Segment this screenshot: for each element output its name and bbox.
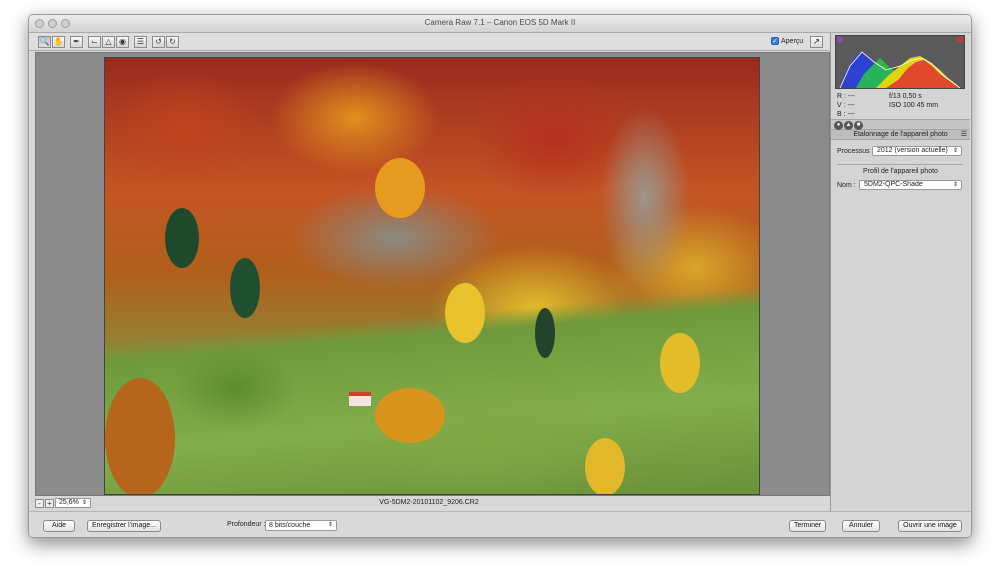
help-button[interactable]: Aide: [43, 520, 75, 532]
iso-focal: ISO 100 45 mm: [889, 102, 939, 109]
divider: [837, 164, 963, 165]
v-value: V : ---: [837, 102, 855, 109]
exposure-info: f/13 0,50 s ISO 100 45 mm: [889, 92, 938, 110]
cancel-button[interactable]: Annuler: [842, 520, 880, 532]
rotate-left-icon[interactable]: ↺: [152, 36, 165, 48]
preview-label: Aperçu: [781, 37, 804, 45]
rgb-values: R : --- V : --- B : ---: [837, 92, 855, 119]
autumn-tree: [105, 378, 175, 494]
process-value: 2012 (version actuelle): [877, 147, 948, 154]
preview-toggle[interactable]: ✓ Aperçu: [771, 37, 803, 45]
title-bar: Camera Raw 7.1 – Canon EOS 5D Mark II: [29, 15, 971, 33]
shadow-clip-icon[interactable]: [837, 37, 843, 42]
eyedropper-icon[interactable]: ✒: [70, 36, 83, 48]
file-name: VG-5DM2-20101102_9206.CR2: [379, 499, 479, 506]
right-panel: R : --- V : --- B : --- f/13 0,50 s ISO …: [830, 33, 970, 511]
basic-tab-icon[interactable]: ●: [834, 121, 843, 130]
aperture-speed: f/13 0,50 s: [889, 93, 922, 100]
autumn-tree: [375, 158, 425, 218]
redeye-icon[interactable]: ◉: [116, 36, 129, 48]
tone-curve-tab-icon[interactable]: ▲: [844, 121, 853, 130]
pine-tree: [535, 308, 555, 358]
chevron-updown-icon: ⇕: [327, 522, 333, 528]
house: [349, 392, 371, 406]
tool-group: 🔍 ✋ ✒ ⌙ △ ◉ ☰ ↺ ↻: [38, 36, 179, 48]
autumn-tree: [585, 438, 625, 494]
save-image-button[interactable]: Enregistrer l'image...: [87, 520, 161, 532]
profile-title: Profil de l'appareil photo: [863, 168, 938, 175]
r-value: R : ---: [837, 93, 855, 100]
section-header: Etalonnage de l'appareil photo ☰: [831, 130, 970, 140]
rotate-right-icon[interactable]: ↻: [166, 36, 179, 48]
section-title: Etalonnage de l'appareil photo: [853, 131, 948, 138]
profile-name-value: 5DM2-QPC-Shade: [864, 181, 923, 188]
autumn-tree: [445, 283, 485, 343]
panel-tabs: ● ▲ ■: [831, 119, 970, 130]
camera-raw-window: Camera Raw 7.1 – Canon EOS 5D Mark II 🔍 …: [28, 14, 972, 538]
depth-select[interactable]: 8 bits/couche ⇕: [265, 520, 337, 531]
hand-icon[interactable]: ✋: [52, 36, 65, 48]
list-icon[interactable]: ☰: [134, 36, 147, 48]
chevron-updown-icon: ⇕: [952, 148, 958, 154]
pine-tree: [165, 208, 199, 268]
straighten-icon[interactable]: △: [102, 36, 115, 48]
done-button[interactable]: Terminer: [789, 520, 826, 532]
histogram-graph: [839, 51, 961, 88]
photo-preview: [104, 57, 760, 495]
b-value: B : ---: [837, 111, 855, 118]
depth-label: Profondeur :: [227, 521, 266, 528]
fullscreen-icon[interactable]: ↗: [810, 36, 823, 48]
autumn-tree: [375, 388, 445, 443]
chevron-updown-icon: ⇕: [952, 182, 958, 188]
window-title: Camera Raw 7.1 – Canon EOS 5D Mark II: [424, 18, 576, 27]
process-select[interactable]: 2012 (version actuelle) ⇕: [872, 146, 962, 156]
depth-value: 8 bits/couche: [269, 522, 311, 529]
toolbar: 🔍 ✋ ✒ ⌙ △ ◉ ☰ ↺ ↻ ✓ Aperçu ↗: [29, 33, 829, 51]
image-canvas[interactable]: [35, 52, 830, 496]
highlight-clip-icon[interactable]: [957, 37, 963, 42]
histogram: [835, 35, 965, 89]
open-image-button[interactable]: Ouvrir une image: [898, 520, 962, 532]
preview-checkbox[interactable]: ✓: [771, 37, 779, 45]
process-label: Processus :: [837, 148, 874, 155]
panel-menu-icon[interactable]: ☰: [961, 130, 967, 140]
name-label: Nom :: [837, 182, 856, 189]
zoom-icon[interactable]: 🔍: [38, 36, 51, 48]
pine-tree: [230, 258, 260, 318]
status-bar: - + 25,6% ⇕ VG-5DM2-20101102_9206.CR2: [29, 498, 829, 510]
crop-icon[interactable]: ⌙: [88, 36, 101, 48]
camera-calibration-tab-icon[interactable]: ■: [854, 121, 863, 130]
footer-bar: Aide Enregistrer l'image... Profondeur :…: [29, 511, 971, 537]
autumn-tree: [660, 333, 700, 393]
profile-name-select[interactable]: 5DM2-QPC-Shade ⇕: [859, 180, 962, 190]
